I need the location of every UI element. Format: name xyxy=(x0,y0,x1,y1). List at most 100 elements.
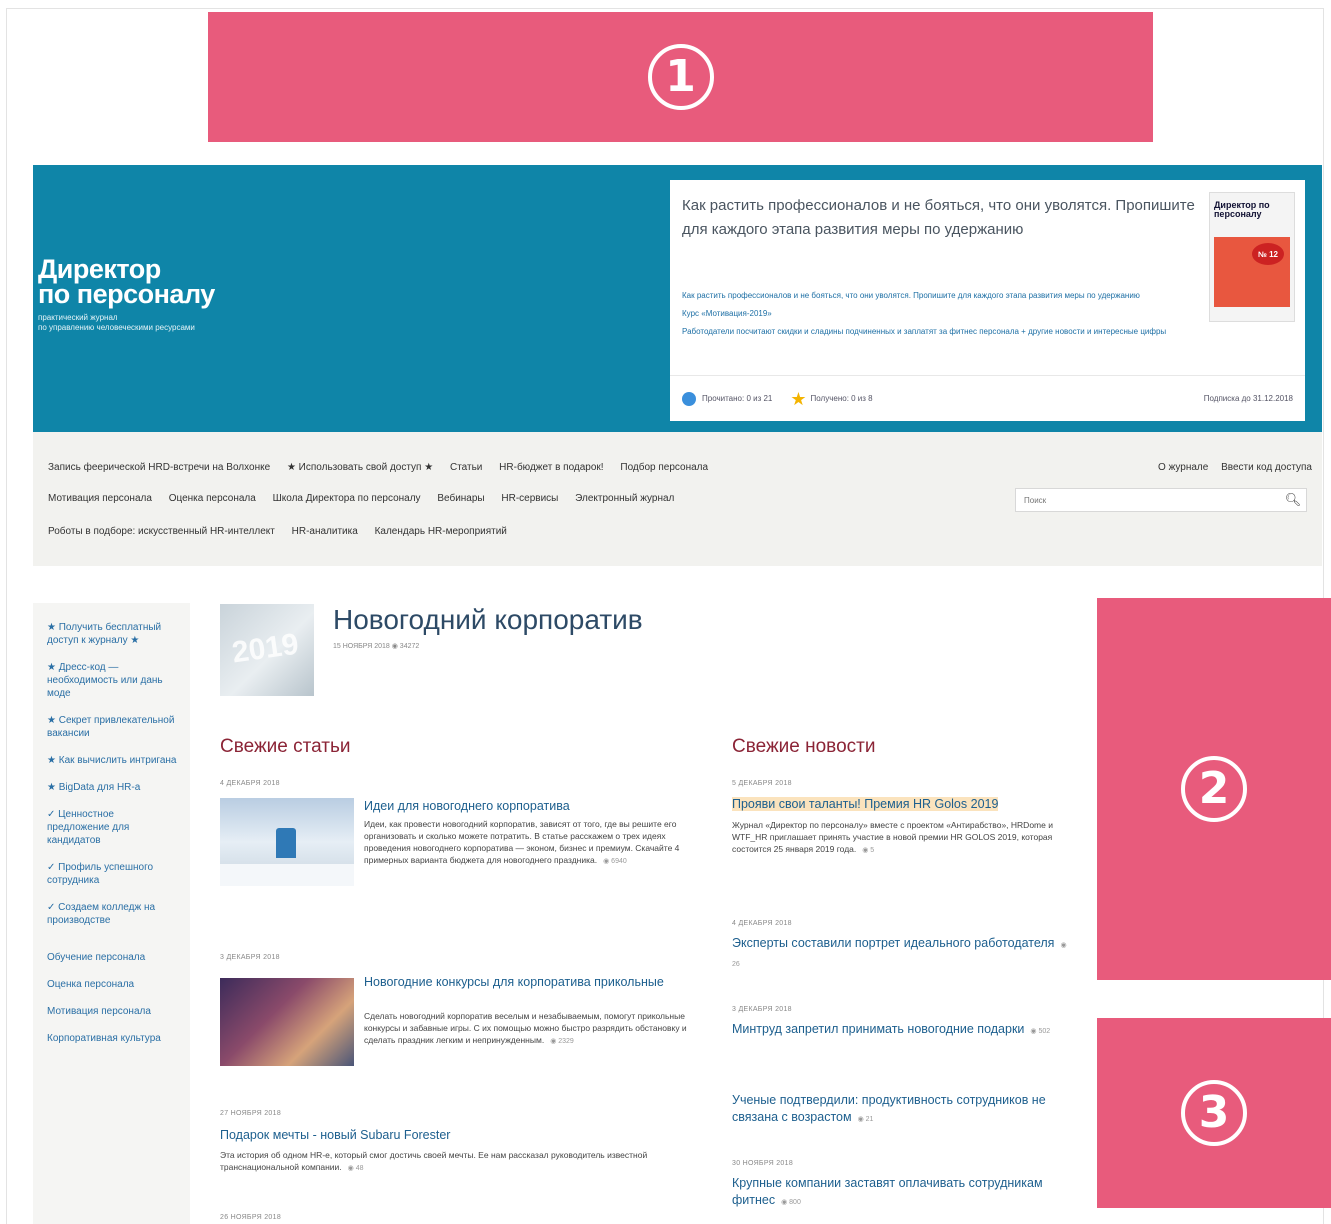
news-headline[interactable]: Крупные компании заставят оплачивать сот… xyxy=(732,1176,1043,1207)
logo-title-line2: по персоналу xyxy=(38,279,215,309)
cover-image: № 12 xyxy=(1214,237,1290,307)
article-date: 27 НОЯБРЯ 2018 xyxy=(220,1110,282,1117)
nav-row-2: Мотивация персонала Оценка персонала Шко… xyxy=(48,493,688,504)
promo-panel: Как растить профессионалов и не бояться,… xyxy=(670,180,1305,421)
article-views: ◉ 2329 xyxy=(550,1038,574,1045)
nav-link-hrd-meeting[interactable]: Запись феерической HRD-встречи на Волхон… xyxy=(48,462,270,473)
nav-link-webinars[interactable]: Вебинары xyxy=(437,493,484,504)
news-headline[interactable]: Минтруд запретил принимать новогодние по… xyxy=(732,1022,1024,1036)
news-excerpt: Журнал «Директор по персоналу» вместе с … xyxy=(732,820,1053,854)
nav-link-recruiting[interactable]: Подбор персонала xyxy=(620,462,708,473)
main-content: 2019 Новогодний корпоратив 15 НОЯБРЯ 201… xyxy=(220,600,1080,1224)
thumbnail-text: 2019 xyxy=(229,627,301,670)
sidebar-link[interactable]: ★ Получить бесплатный доступ к журналу ★ xyxy=(47,621,178,647)
news-date: 3 ДЕКАБРЯ 2018 xyxy=(732,1006,792,1013)
news-headline[interactable]: Эксперты составили портрет идеального ра… xyxy=(732,936,1054,950)
sidebar-link[interactable]: ✓ Создаем колледж на производстве xyxy=(47,901,178,927)
search-box: 🔍︎ xyxy=(1015,488,1307,512)
nav-link-e-journal[interactable]: Электронный журнал xyxy=(575,493,674,504)
nav-link-articles[interactable]: Статьи xyxy=(450,462,482,473)
read-stat: Прочитано: 0 из 21 xyxy=(682,391,773,406)
nav-link-use-access[interactable]: ★ Использовать свой доступ ★ xyxy=(287,462,433,473)
nav-row-1: Запись феерической HRD-встречи на Волхон… xyxy=(48,462,722,473)
promo-link[interactable]: Как растить профессионалов и не бояться,… xyxy=(682,290,1202,301)
magazine-cover[interactable]: Директор по персоналу № 12 xyxy=(1209,192,1295,322)
article-headline[interactable]: Подарок мечты - новый Subaru Forester xyxy=(220,1127,710,1143)
nav-link-hr-budget[interactable]: HR-бюджет в подарок! xyxy=(499,462,603,473)
about-link[interactable]: О журнале xyxy=(1158,462,1208,473)
news-views: ◉ 21 xyxy=(857,1116,874,1123)
promo-links: Как растить профессионалов и не бояться,… xyxy=(682,290,1202,344)
promo-footer: Прочитано: 0 из 21 ★ Получено: 0 из 8 По… xyxy=(670,375,1305,421)
news-views: ◉ 5 xyxy=(862,847,875,854)
nav-link-evaluation[interactable]: Оценка персонала xyxy=(169,493,256,504)
sidebar-divider xyxy=(47,941,178,951)
news-item: 5 ДЕКАБРЯ 2018 Прояви свои таланты! Прем… xyxy=(732,780,1072,857)
logo-subtitle-line1: практический журнал xyxy=(38,313,118,322)
article-item: 26 НОЯБРЯ 2018 xyxy=(220,1214,710,1221)
article-views: ◉ 6940 xyxy=(603,858,627,865)
ad-number-badge: 1 xyxy=(647,44,714,110)
nav-link-robots[interactable]: Роботы в подборе: искусственный HR-интел… xyxy=(48,526,275,537)
article-item: 3 ДЕКАБРЯ 2018 Новогодние конкурсы для к… xyxy=(220,954,710,1066)
logo-subtitle-line2: по управлению человеческими ресурсами xyxy=(38,323,195,332)
news-date: 5 ДЕКАБРЯ 2018 xyxy=(732,780,792,787)
sidebar-link[interactable]: ★ Как вычислить интригана xyxy=(47,754,178,767)
page-meta: 15 НОЯБРЯ 2018 ◉ 34272 xyxy=(333,643,420,650)
page-title: Новогодний корпоратив xyxy=(333,604,643,635)
site-header: Директор по персоналу практический журна… xyxy=(33,165,1322,432)
ad-banner-side-2[interactable]: 3 xyxy=(1097,1018,1331,1208)
nav-link-hr-analytics[interactable]: HR-аналитика xyxy=(292,526,358,537)
promo-title[interactable]: Как растить профессионалов и не бояться,… xyxy=(682,194,1202,242)
main-navigation: Запись феерической HRD-встречи на Волхон… xyxy=(33,432,1322,566)
left-sidebar: ★ Получить бесплатный доступ к журналу ★… xyxy=(33,603,190,1224)
news-date: 30 НОЯБРЯ 2018 xyxy=(732,1160,794,1167)
cover-issue-badge: № 12 xyxy=(1252,243,1284,265)
news-item: 30 НОЯБРЯ 2018 Крупные компании заставят… xyxy=(732,1160,1072,1211)
sidebar-link[interactable]: ✓ Профиль успешного сотрудника xyxy=(47,861,178,887)
ad-banner-side-1[interactable]: 2 xyxy=(1097,598,1331,980)
article-date: 3 ДЕКАБРЯ 2018 xyxy=(220,954,280,961)
access-code-link[interactable]: Ввести код доступа xyxy=(1221,462,1312,473)
nav-link-calendar[interactable]: Календарь HR-мероприятий xyxy=(375,526,507,537)
article-headline[interactable]: Новогодние конкурсы для корпоратива прик… xyxy=(364,974,664,990)
page-thumbnail: 2019 xyxy=(220,604,314,696)
news-headline[interactable]: Прояви свои таланты! Премия HR Golos 201… xyxy=(732,797,999,811)
article-excerpt: Эта история об одном HR-е, который смог … xyxy=(220,1150,648,1172)
news-item: Ученые подтвердили: продуктивность сотру… xyxy=(732,1092,1072,1128)
sidebar-section-evaluation[interactable]: Оценка персонала xyxy=(47,978,178,991)
sidebar-section-training[interactable]: Обучение персонала xyxy=(47,951,178,964)
nav-link-hr-services[interactable]: HR-сервисы xyxy=(501,493,558,504)
ad-banner-top[interactable]: 1 xyxy=(208,12,1153,142)
sidebar-link[interactable]: ★ Секрет привлекательной вакансии xyxy=(47,714,178,740)
search-input[interactable] xyxy=(1016,489,1280,511)
news-views: ◉ 502 xyxy=(1030,1028,1051,1035)
article-date: 26 НОЯБРЯ 2018 xyxy=(220,1214,282,1221)
sidebar-link[interactable]: ★ Дресс-код — необходимость или дань мод… xyxy=(47,661,178,700)
nav-link-school[interactable]: Школа Директора по персоналу xyxy=(273,493,421,504)
news-views: ◉ 800 xyxy=(781,1199,801,1206)
promo-link[interactable]: Курс «Мотивация-2019» xyxy=(682,308,1202,319)
ad-number-badge: 2 xyxy=(1181,756,1247,822)
news-item: 4 ДЕКАБРЯ 2018 Эксперты составили портре… xyxy=(732,920,1072,973)
article-headline[interactable]: Идеи для новогоднего корпоратива xyxy=(364,798,704,814)
read-circle-icon xyxy=(682,391,696,406)
site-logo[interactable]: Директор по персоналу практический журна… xyxy=(38,256,215,333)
nav-link-motivation[interactable]: Мотивация персонала xyxy=(48,493,152,504)
sidebar-link[interactable]: ✓ Ценностное предложение для кандидатов xyxy=(47,808,178,847)
promo-link[interactable]: Работодатели посчитают скидки и сладины … xyxy=(682,326,1202,337)
fresh-news-title: Свежие новости xyxy=(732,736,876,757)
article-item: 4 ДЕКАБРЯ 2018 Идеи для новогоднего корп… xyxy=(220,780,710,886)
nav-row-3: Роботы в подборе: искусственный HR-интел… xyxy=(48,526,521,537)
article-item: 27 НОЯБРЯ 2018 Подарок мечты - новый Sub… xyxy=(220,1110,710,1175)
article-excerpt: Идеи, как провести новогодний корпоратив… xyxy=(364,819,680,865)
sidebar-link[interactable]: ★ BigData для HR-а xyxy=(47,781,178,794)
sidebar-section-motivation[interactable]: Мотивация персонала xyxy=(47,1005,178,1018)
news-headline[interactable]: Ученые подтвердили: продуктивность сотру… xyxy=(732,1093,1046,1124)
nav-utility-links: О журнале Ввести код доступа xyxy=(1148,462,1312,473)
received-count: Получено: 0 из 8 xyxy=(810,394,873,403)
sidebar-section-culture[interactable]: Корпоративная культура xyxy=(47,1032,178,1045)
article-excerpt: Сделать новогодний корпоратив веселым и … xyxy=(364,1011,687,1045)
read-count: Прочитано: 0 из 21 xyxy=(702,394,773,403)
search-icon[interactable]: 🔍︎ xyxy=(1280,489,1306,511)
